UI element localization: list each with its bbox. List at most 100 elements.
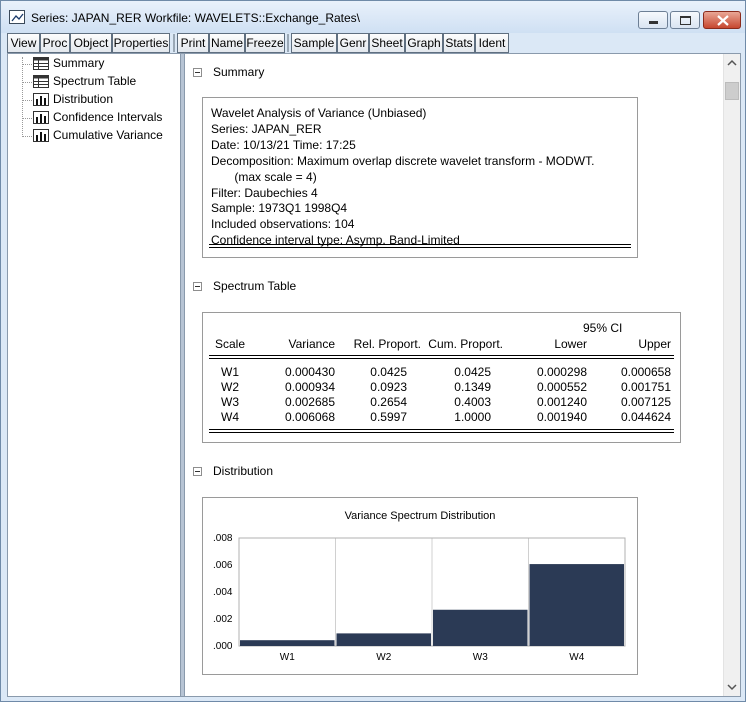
tree-item-label: Distribution bbox=[53, 92, 114, 106]
summary-line: Included observations: 104 bbox=[211, 217, 355, 232]
chevron-up-icon bbox=[727, 59, 737, 66]
double-rule bbox=[209, 429, 674, 433]
output-tree: Summary Spectrum Table Distribution Conf… bbox=[8, 54, 180, 696]
title-bar[interactable]: Series: JAPAN_RER Workfile: WAVELETS::Ex… bbox=[1, 1, 745, 33]
maximize-button[interactable] bbox=[670, 11, 700, 29]
bar-w1 bbox=[240, 640, 335, 646]
bar-w3 bbox=[433, 609, 528, 646]
table-cell: 0.000552 bbox=[536, 380, 587, 394]
table-cell: 0.000658 bbox=[620, 365, 671, 379]
y-tick-label: .008 bbox=[213, 533, 233, 544]
series-icon bbox=[9, 10, 25, 24]
freeze-button[interactable]: Freeze bbox=[245, 33, 285, 53]
table-cell: 0.001751 bbox=[620, 380, 671, 394]
column-header: Upper bbox=[638, 337, 671, 351]
column-header: Rel. Proport. bbox=[353, 337, 421, 351]
summary-line: Filter: Daubechies 4 bbox=[211, 185, 318, 200]
collapse-icon[interactable] bbox=[193, 68, 202, 77]
table-cell: 0.0425 bbox=[370, 365, 407, 379]
close-icon bbox=[717, 15, 729, 26]
content-area: Summary Spectrum Table Distribution Conf… bbox=[7, 53, 741, 697]
graph-button[interactable]: Graph bbox=[405, 33, 443, 53]
table-cell: 0.2654 bbox=[370, 395, 407, 409]
toolbar-separator bbox=[173, 34, 175, 52]
sample-button[interactable]: Sample bbox=[291, 33, 337, 53]
ident-button[interactable]: Ident bbox=[475, 33, 509, 53]
table-cell: 1.0000 bbox=[454, 410, 491, 424]
stats-button[interactable]: Stats bbox=[443, 33, 475, 53]
bar-chart-icon bbox=[33, 129, 49, 142]
tree-connector bbox=[22, 57, 23, 137]
close-button[interactable] bbox=[703, 11, 741, 29]
table-icon bbox=[33, 75, 49, 88]
summary-line: (max scale = 4) bbox=[211, 169, 317, 184]
vertical-scrollbar[interactable] bbox=[723, 54, 740, 696]
maximize-icon bbox=[680, 16, 691, 25]
table-cell: 0.0425 bbox=[454, 365, 491, 379]
chart-plot: .000 .002 .004 .006 .008 W1 W2 W3 W4 bbox=[213, 533, 626, 663]
tree-item-label: Summary bbox=[53, 56, 105, 70]
column-header: Scale bbox=[215, 337, 246, 351]
table-cell: 0.4003 bbox=[454, 395, 491, 409]
tree-item-label: Spectrum Table bbox=[53, 74, 137, 88]
scroll-up-button[interactable] bbox=[724, 54, 740, 71]
y-tick-label: .004 bbox=[213, 587, 233, 598]
section-title: Summary bbox=[213, 65, 265, 79]
spectrum-table: 95% CI Scale Variance Rel. Proport. Cum.… bbox=[202, 312, 681, 443]
view-button[interactable]: View bbox=[7, 33, 40, 53]
bar-w4 bbox=[529, 564, 624, 646]
print-button[interactable]: Print bbox=[177, 33, 209, 53]
x-tick-label: W4 bbox=[569, 652, 584, 663]
toolbar-separator bbox=[287, 34, 289, 52]
table-cell: 0.001940 bbox=[536, 410, 587, 424]
minimize-button[interactable] bbox=[638, 11, 668, 29]
genr-button[interactable]: Genr bbox=[337, 33, 369, 53]
scale-cell: W4 bbox=[221, 410, 239, 424]
section-title: Spectrum Table bbox=[213, 279, 297, 293]
object-button[interactable]: Object bbox=[70, 33, 112, 53]
tree-item-label: Confidence Intervals bbox=[53, 110, 163, 124]
scroll-down-button[interactable] bbox=[724, 679, 740, 696]
variance-chart: Variance Spectrum Distribution .000.002.… bbox=[202, 497, 638, 675]
table-cell: 0.5997 bbox=[370, 410, 407, 424]
column-header: Lower bbox=[554, 337, 587, 351]
summary-lines: Wavelet Analysis of Variance (Unbiased) … bbox=[211, 106, 594, 249]
scroll-thumb[interactable] bbox=[725, 82, 739, 100]
table-cell: 0.007125 bbox=[620, 395, 671, 409]
window-title: Series: JAPAN_RER Workfile: WAVELETS::Ex… bbox=[31, 11, 361, 25]
name-button[interactable]: Name bbox=[209, 33, 245, 53]
table-cell: 0.000298 bbox=[536, 365, 587, 379]
column-header: Cum. Proport. bbox=[428, 337, 503, 351]
output-pane: Summary Wavelet Analysis of Variance (Un… bbox=[185, 54, 723, 696]
scale-cell: W2 bbox=[221, 380, 239, 394]
table-cell: 0.000430 bbox=[284, 365, 335, 379]
bar-chart-icon bbox=[33, 93, 49, 106]
summary-line: Decomposition: Maximum overlap discrete … bbox=[211, 153, 595, 168]
tree-connector bbox=[22, 64, 32, 65]
double-rule bbox=[209, 244, 631, 248]
minimize-icon bbox=[649, 21, 658, 24]
table-cell: 0.000934 bbox=[284, 380, 335, 394]
table-cell: 0.1349 bbox=[454, 380, 491, 394]
collapse-icon[interactable] bbox=[193, 282, 202, 291]
properties-button[interactable]: Properties bbox=[112, 33, 170, 53]
y-tick-label: .002 bbox=[213, 614, 233, 625]
x-tick-label: W2 bbox=[376, 652, 391, 663]
summary-line: Wavelet Analysis of Variance (Unbiased) bbox=[211, 106, 427, 120]
tree-connector bbox=[22, 82, 32, 83]
scale-cell: W1 bbox=[221, 365, 239, 379]
summary-line: Date: 10/13/21 Time: 17:25 bbox=[211, 137, 356, 152]
bar-chart-icon bbox=[33, 111, 49, 124]
bar-w2 bbox=[336, 633, 431, 646]
chevron-down-icon bbox=[727, 684, 737, 691]
sheet-button[interactable]: Sheet bbox=[369, 33, 405, 53]
section-title: Distribution bbox=[213, 464, 274, 478]
summary-table: Wavelet Analysis of Variance (Unbiased) … bbox=[202, 97, 638, 258]
toolbar: View Proc Object Properties Print Name F… bbox=[7, 33, 741, 53]
proc-button[interactable]: Proc bbox=[40, 33, 70, 53]
tree-connector bbox=[22, 136, 32, 137]
y-tick-label: .000 bbox=[213, 641, 233, 652]
collapse-icon[interactable] bbox=[193, 467, 202, 476]
table-cell: 0.044624 bbox=[620, 410, 671, 424]
summary-line: Sample: 1973Q1 1998Q4 bbox=[211, 201, 348, 216]
